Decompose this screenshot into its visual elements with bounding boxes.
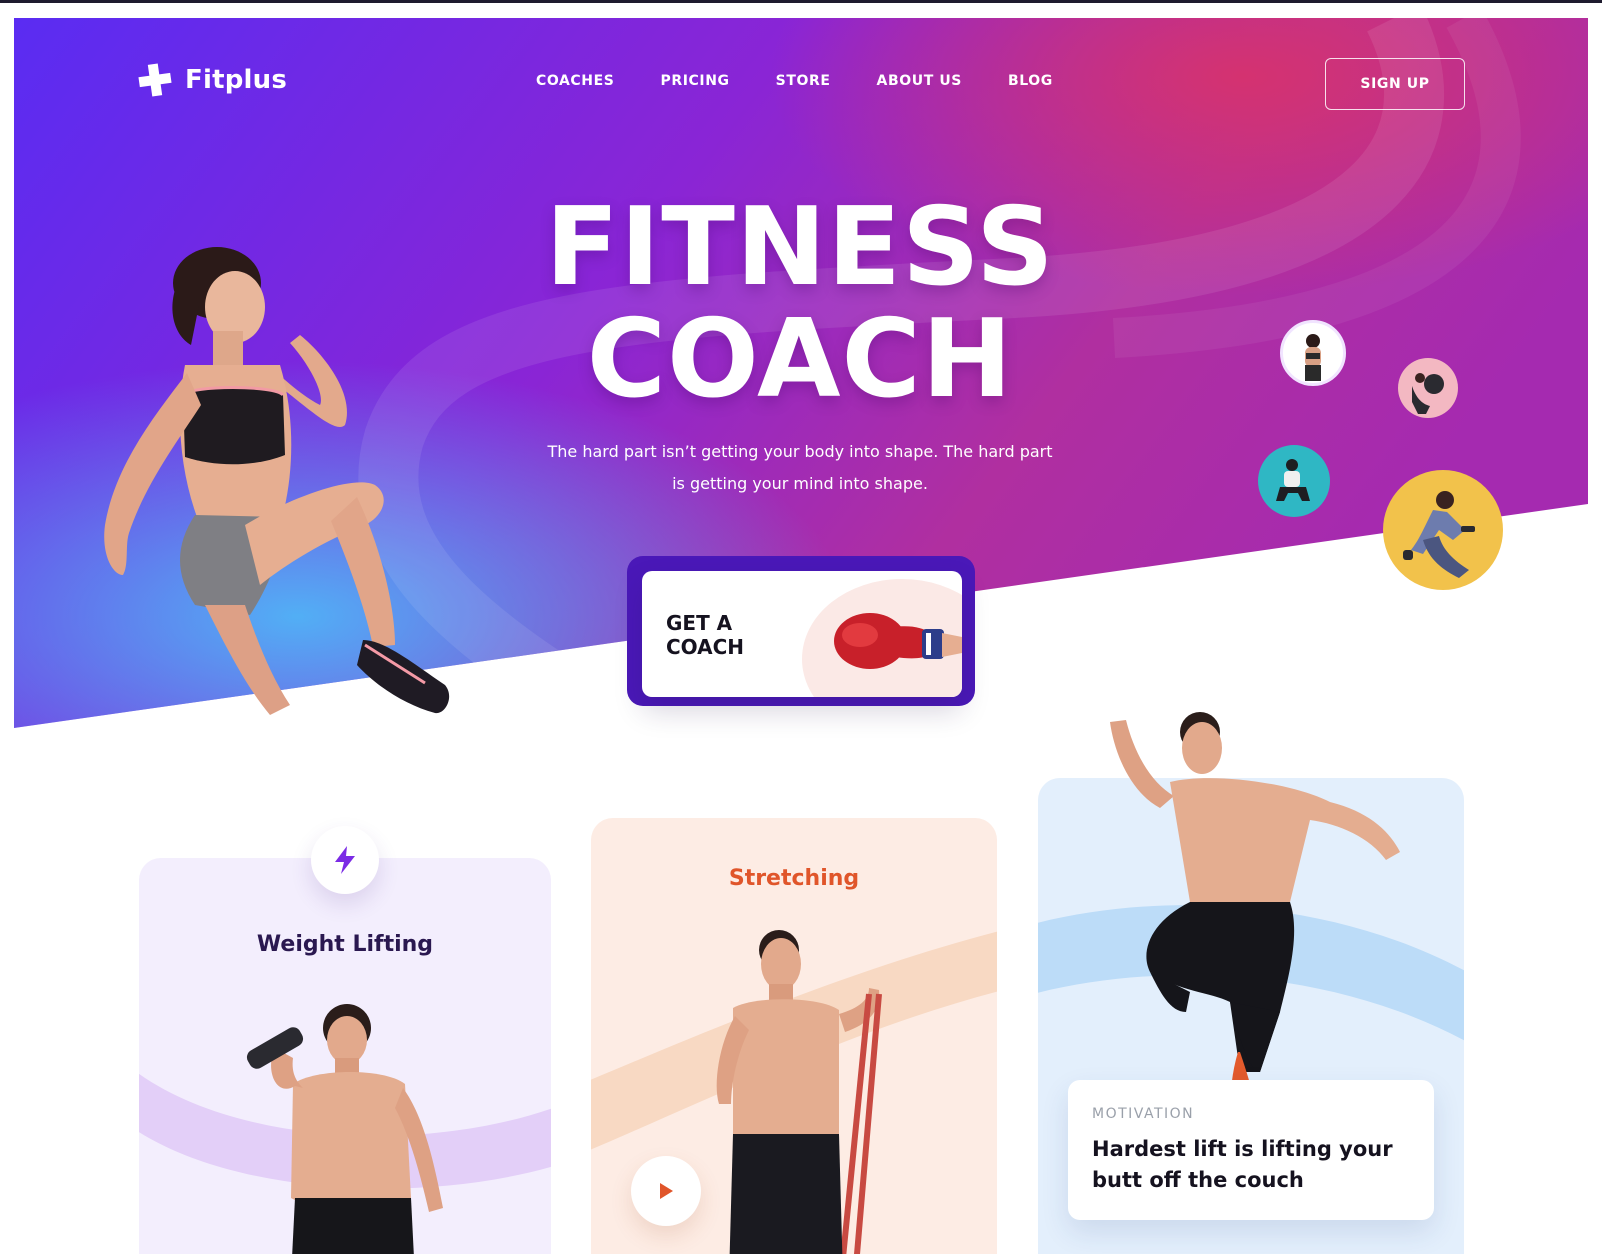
nav-link-blog[interactable]: BLOG — [1008, 73, 1053, 89]
plus-logo-icon — [138, 63, 172, 97]
jumping-woman-image — [104, 247, 450, 715]
lightning-badge — [311, 826, 379, 894]
get-a-coach-button[interactable]: GET A COACH — [642, 571, 962, 697]
weight-lifter-image — [246, 1004, 443, 1254]
get-a-coach-label: GET A COACH — [666, 611, 745, 659]
stretching-man-image — [716, 930, 882, 1254]
avatar-squat[interactable] — [1258, 445, 1330, 517]
avatar-woman-pose[interactable] — [1280, 320, 1346, 386]
motivation-eyebrow: MOTIVATION — [1092, 1106, 1195, 1122]
nav-link-coaches[interactable]: COACHES — [536, 73, 614, 89]
play-icon — [660, 1183, 673, 1199]
sign-up-button[interactable]: SIGN UP — [1325, 58, 1465, 110]
nav-link-store[interactable]: STORE — [776, 73, 831, 89]
boxing-glove-icon — [834, 613, 962, 669]
play-button[interactable] — [631, 1156, 701, 1226]
top-border-line — [0, 0, 1602, 3]
stretching-title: Stretching — [728, 866, 860, 891]
hero-title: FITNESS COACH — [400, 192, 1200, 416]
main-nav: COACHES PRICING STORE ABOUT US BLOG — [536, 73, 1053, 89]
nav-link-pricing[interactable]: PRICING — [660, 73, 729, 89]
motivation-quote: Hardest lift is lifting your butt off th… — [1092, 1137, 1393, 1192]
brand-name: Fitplus — [185, 65, 288, 95]
avatar-dumbbell-runner[interactable] — [1383, 470, 1503, 590]
lightning-bolt-icon — [335, 846, 355, 874]
weight-lifting-title: Weight Lifting — [256, 932, 434, 957]
weight-lifting-card[interactable]: Weight Lifting — [139, 858, 551, 1254]
hero-title-line-2: COACH — [586, 297, 1014, 422]
hero-subtitle: The hard part isn’t getting your body in… — [547, 442, 1053, 493]
avatar-medicine-ball[interactable] — [1398, 358, 1458, 418]
nav-link-about-us[interactable]: ABOUT US — [877, 73, 962, 89]
brand-logo[interactable]: Fitplus — [137, 62, 287, 98]
motivation-quote-card: MOTIVATION Hardest lift is lifting your … — [1068, 1080, 1434, 1220]
hero-title-line-1: FITNESS — [545, 185, 1055, 310]
